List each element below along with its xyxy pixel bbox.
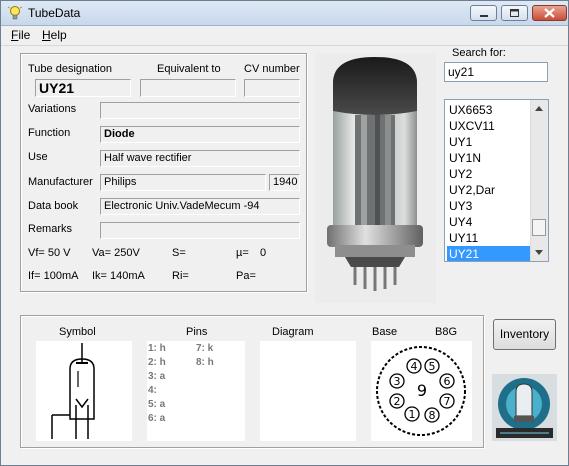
function-field[interactable]: Diode — [100, 126, 300, 143]
equivalent-field[interactable] — [140, 79, 236, 97]
base-pin-number: 4 — [411, 360, 418, 373]
tube-listbox[interactable]: UX6653 UXCV11 UY1 UY1N UY2 UY2,Dar UY3 UY4 UY11 U… — [444, 99, 549, 262]
databook-field[interactable]: Electronic Univ.VadeMecum -94 — [100, 198, 300, 215]
equivalent-label: Equivalent to — [157, 63, 221, 75]
list-item[interactable]: UY1N — [447, 150, 533, 166]
maximize-button[interactable] — [501, 5, 528, 21]
list-item[interactable]: UXCV11 — [447, 118, 533, 134]
listbox-scrollbar[interactable] — [530, 100, 548, 261]
base-pinout-icon: 12 34 56 789 — [376, 346, 466, 436]
s-value: S= — [172, 247, 186, 259]
cv-number-label: CV number — [244, 63, 300, 75]
use-label: Use — [28, 151, 48, 163]
tube-photo — [315, 53, 436, 303]
list-item[interactable]: UX6653 — [447, 102, 533, 118]
pa-value: Pa= — [236, 270, 256, 282]
lightbulb-icon — [7, 6, 23, 20]
base-pin-number: 3 — [394, 375, 401, 388]
minimize-button[interactable] — [470, 5, 497, 21]
list-item[interactable]: UY3 — [447, 198, 533, 214]
remarks-field[interactable] — [100, 222, 300, 239]
base-label: Base — [372, 326, 398, 338]
window-title: TubeData — [28, 6, 81, 20]
diode-symbol-icon — [51, 343, 95, 439]
symbol-panel — [36, 341, 132, 441]
pin-2: 2: h — [148, 357, 166, 368]
menu-bar: File Help — [1, 26, 568, 46]
pin-7: 7: k — [196, 343, 214, 354]
symbol-label: Symbol — [59, 326, 96, 338]
if-value: If= 100mA — [28, 270, 79, 282]
pin-1: 1: h — [148, 343, 166, 354]
menu-help[interactable]: Help — [42, 28, 67, 42]
list-item[interactable]: UY1 — [447, 134, 533, 150]
list-item[interactable]: UY11 — [447, 230, 533, 246]
close-button[interactable] — [532, 5, 567, 21]
base-pin-number: 1 — [409, 408, 416, 421]
base-pin-number: 2 — [394, 395, 401, 408]
manufacturer-field[interactable]: Philips — [100, 174, 266, 191]
va-value: Va= 250V — [92, 247, 140, 259]
search-input[interactable] — [444, 62, 548, 82]
tube-designation-label: Tube designation — [28, 63, 112, 75]
cv-number-field[interactable] — [244, 79, 300, 97]
scroll-up-icon[interactable] — [535, 106, 543, 111]
year-field[interactable]: 1940 — [269, 174, 300, 191]
ri-value: Ri= — [172, 270, 189, 282]
minimize-icon — [480, 15, 488, 17]
base-panel: 12 3456 789 — [371, 341, 472, 441]
variations-label: Variations — [28, 103, 77, 115]
use-field[interactable]: Half wave rectifier — [100, 150, 300, 167]
scroll-down-icon[interactable] — [535, 250, 543, 255]
menu-file[interactable]: File — [11, 28, 30, 42]
base-type: B8G — [435, 326, 458, 338]
main-window: TubeData File Help Tube designation Equi… — [0, 0, 569, 466]
vf-value: Vf= 50 V — [28, 247, 71, 259]
pins-label: Pins — [186, 326, 208, 338]
pin-6: 6: a — [148, 413, 166, 424]
function-label: Function — [28, 127, 71, 139]
base-pin-number: 8 — [429, 409, 436, 422]
mu-value: 0 — [260, 247, 267, 259]
pin-3: 3: a — [148, 371, 166, 382]
manufacturer-label: Manufacturer — [28, 176, 93, 188]
databook-label: Data book — [28, 200, 79, 212]
pin-4: 4: — [148, 385, 157, 396]
title-bar: TubeData — [1, 1, 568, 26]
search-label: Search for: — [452, 47, 506, 59]
list-item[interactable]: UY21 — [447, 246, 533, 261]
mu-label: µ= — [236, 247, 249, 259]
tube-logo-icon — [492, 374, 557, 441]
base-pin-number: 9 — [417, 381, 427, 400]
pin-5: 5: a — [148, 399, 166, 410]
list-item[interactable]: UY2 — [447, 166, 533, 182]
diagram-label: Diagram — [272, 326, 314, 338]
scroll-thumb[interactable] — [532, 219, 546, 236]
ik-value: Ik= 140mA — [92, 270, 145, 282]
list-item[interactable]: UY4 — [447, 214, 533, 230]
inventory-button[interactable]: Inventory — [493, 319, 556, 350]
diagram-panel — [260, 341, 356, 441]
base-pin-number: 5 — [429, 360, 436, 373]
list-item[interactable]: UY2,Dar — [447, 182, 533, 198]
pin-8: 8: h — [196, 357, 214, 368]
base-pin-number: 6 — [444, 375, 451, 388]
base-pin-number: 7 — [444, 395, 451, 408]
close-icon — [544, 8, 555, 18]
tube-designation-field[interactable]: UY21 — [35, 79, 131, 97]
pins-panel: 1: h 2: h 3: a 4: 5: a 6: a 7: k 8: h — [147, 341, 245, 441]
variations-field[interactable] — [100, 102, 300, 119]
maximize-icon — [510, 9, 519, 17]
remarks-label: Remarks — [28, 223, 73, 235]
